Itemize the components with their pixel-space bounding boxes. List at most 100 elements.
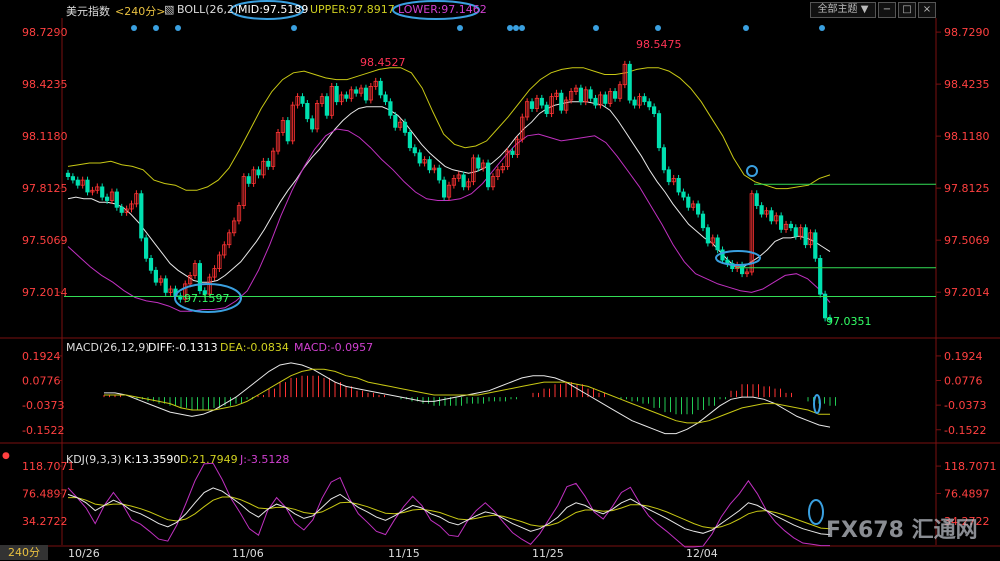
x-tick-label: 12/04 xyxy=(686,547,718,560)
candle xyxy=(100,186,105,198)
x-tick-label: 11/25 xyxy=(532,547,564,560)
candle xyxy=(114,191,119,208)
candle xyxy=(266,160,271,167)
boll-icon[interactable]: ▧ xyxy=(164,3,174,16)
event-marker xyxy=(457,25,463,31)
close-button[interactable]: × xyxy=(918,2,936,18)
candle xyxy=(85,179,90,193)
candle xyxy=(246,176,251,184)
candle xyxy=(334,86,339,103)
event-marker xyxy=(507,25,513,31)
kdj-settings-icon[interactable]: ● xyxy=(2,451,10,461)
candle xyxy=(310,118,315,130)
candle xyxy=(603,94,608,104)
candle xyxy=(700,213,706,229)
kdj-tick-right: 76.4897 xyxy=(944,487,990,500)
minimize-button[interactable]: − xyxy=(878,2,896,18)
macd-tick-right: 0.0776 xyxy=(944,375,983,388)
candle xyxy=(119,206,124,213)
kdj-d-label: D:21.7949 xyxy=(180,453,238,466)
theme-dropdown[interactable]: 全部主题 ▼ xyxy=(810,2,876,18)
candle xyxy=(632,99,637,106)
candle xyxy=(803,227,808,246)
candle xyxy=(696,203,701,215)
candle xyxy=(686,196,691,208)
event-marker xyxy=(153,25,159,31)
candle xyxy=(578,87,584,103)
candle xyxy=(529,101,535,109)
macd-tick-left: 0.1924 xyxy=(22,350,61,363)
x-tick-label: 11/06 xyxy=(232,547,264,560)
candle xyxy=(759,205,764,215)
event-marker xyxy=(131,25,137,31)
candle xyxy=(813,232,818,259)
lower-label: LOWER:97.1462 xyxy=(398,3,487,16)
event-marker xyxy=(513,25,519,31)
candle xyxy=(656,113,662,149)
candle xyxy=(143,237,149,259)
candle xyxy=(613,91,618,99)
macd-dea-line xyxy=(104,368,830,424)
candle xyxy=(75,179,80,186)
macd-tick-right: 0.1924 xyxy=(944,350,983,363)
candle xyxy=(661,147,667,171)
candle xyxy=(305,103,310,120)
candle xyxy=(363,87,369,101)
kdj-highlight-ellipse xyxy=(808,499,824,525)
candle xyxy=(666,169,671,183)
candle xyxy=(676,177,681,193)
candle xyxy=(539,97,544,106)
candle xyxy=(788,223,794,229)
boll-label: BOLL(26,2) xyxy=(177,3,239,16)
event-marker xyxy=(655,25,661,31)
kdj-j-line xyxy=(67,462,830,548)
macd-title: MACD(26,12,9) xyxy=(66,341,150,354)
price-chart[interactable]: 98.452798.547597.159797.0351 98.7290 98.7… xyxy=(0,0,1000,561)
candle xyxy=(642,96,647,103)
candle xyxy=(510,150,515,155)
theme-dropdown-label: 全部主题 xyxy=(817,4,858,15)
candle xyxy=(627,63,632,101)
candle xyxy=(779,215,784,230)
candle xyxy=(437,167,442,181)
price-tick-right: 97.2014 xyxy=(944,286,990,299)
candle xyxy=(285,120,290,142)
candle xyxy=(427,159,432,171)
maximize-button[interactable]: □ xyxy=(898,2,916,18)
event-marker xyxy=(175,25,181,31)
x-tick-label: 11/15 xyxy=(388,547,420,560)
candle xyxy=(715,237,720,251)
kdj-k-label: K:13.3590 xyxy=(124,453,181,466)
candle xyxy=(324,96,330,116)
candle xyxy=(300,96,305,104)
symbol-label: 美元指数 xyxy=(66,5,110,18)
macd-diff-label: DIFF:-0.1313 xyxy=(148,341,218,354)
resistance-highlight-ellipse xyxy=(746,165,758,177)
candle xyxy=(378,80,383,96)
candle xyxy=(65,172,71,177)
x-axis-labels: 10/26 11/06 11/15 11/25 12/04 xyxy=(68,547,718,560)
candle xyxy=(740,264,745,275)
candle xyxy=(476,157,481,169)
event-marker xyxy=(291,25,297,31)
watermark: FX678 汇通网 xyxy=(826,518,978,543)
candle xyxy=(647,101,652,108)
candle xyxy=(256,169,261,176)
period-tag: <240分> xyxy=(115,5,166,18)
event-marker xyxy=(743,25,749,31)
price-tick-right: 97.5069 xyxy=(944,234,990,247)
macd-highlight-ellipse xyxy=(813,394,821,414)
period-badge[interactable]: 240分 xyxy=(0,545,48,560)
candle xyxy=(681,191,686,198)
candle xyxy=(388,101,393,116)
candle xyxy=(344,94,349,99)
macd-tick-right: -0.1522 xyxy=(944,424,986,437)
x-tick-label: 10/26 xyxy=(68,547,100,560)
price-tick-right: 98.7290 xyxy=(944,26,990,39)
kdj-tick-right: 118.7071 xyxy=(944,460,997,473)
candle xyxy=(105,196,110,201)
annotation-high: 98.4527 xyxy=(360,56,406,69)
candle xyxy=(70,176,75,181)
macd-macd-label: MACD:-0.0957 xyxy=(294,341,374,354)
event-marker xyxy=(593,25,599,31)
